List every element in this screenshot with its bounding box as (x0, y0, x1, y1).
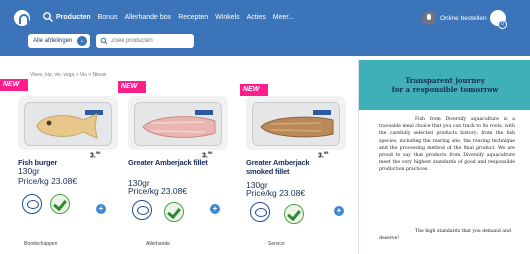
quality-check-icon (164, 202, 184, 222)
nav-item-bonus[interactable]: Bonus (98, 14, 118, 21)
product-price: 3.99 (318, 150, 329, 160)
price-per-kg: Price/kg 23.08€ (246, 188, 306, 198)
product-image-fish-burger[interactable] (18, 96, 118, 150)
new-badge: NEW (240, 84, 268, 96)
search-field-icon (100, 37, 108, 45)
info-overlay-panel: Transparent journey for a responsible to… (358, 60, 530, 254)
chevron-down-icon: ⌄ (77, 36, 87, 46)
footer-link-allerhande[interactable]: Allerhande (146, 241, 170, 247)
microphone-icon[interactable] (422, 11, 436, 25)
ah-logo-icon[interactable] (14, 10, 30, 26)
overlay-title-line-2: for a responsible tomorrow (391, 85, 499, 94)
cart-count-badge: 0 (498, 20, 507, 29)
asc-label-icon (132, 200, 152, 220)
overlay-closing-text: The high standards that you demand and d… (379, 229, 511, 242)
footer-link-service[interactable]: Service (268, 241, 285, 247)
smoked-fillet-shape (260, 116, 334, 138)
product-image-amberjack-smoked[interactable] (246, 96, 346, 150)
new-badge: NEW (0, 79, 28, 91)
price-per-kg: Price/kg 23.08€ (128, 186, 188, 196)
product-title[interactable]: Greater Amberjack smoked fillet (246, 158, 318, 176)
price-per-kg: Price/kg 23.08€ (18, 176, 78, 186)
amberjack-fillet-shape (142, 116, 216, 138)
product-weight: 130gr (18, 166, 40, 176)
fish-burger-shape (36, 113, 98, 139)
quality-check-icon (284, 204, 304, 224)
overlay-title: Transparent journey for a responsible to… (359, 76, 530, 94)
search-icon[interactable] (42, 11, 54, 23)
overlay-paragraph: Fish from Diversify aquaculture is a tra… (379, 117, 515, 173)
nav-item-acties[interactable]: Acties (247, 14, 266, 21)
product-title[interactable]: Greater Amberjack fillet (128, 158, 208, 167)
product-image-amberjack-fillet[interactable] (128, 96, 228, 150)
package-tray (134, 102, 222, 146)
online-order-button[interactable]: Online bestellen (440, 15, 487, 22)
product-card-amberjack-smoked[interactable]: 3.99 Greater Amberjack smoked fillet 130… (246, 96, 346, 232)
new-badge: NEW (118, 81, 146, 93)
add-to-cart-button[interactable]: + (210, 204, 220, 214)
package-tray (24, 102, 112, 146)
footer-link-boodschappen[interactable]: Boodschappen (24, 241, 57, 247)
department-label: Alle afdelingen (33, 38, 73, 44)
product-card-fish-burger[interactable]: 3.99 Fish burger 130gr Price/kg 23.08€ + (18, 96, 118, 232)
product-card-amberjack-fillet[interactable]: 3.99 Greater Amberjack fillet 130gr Pric… (128, 96, 228, 232)
asc-label-icon (250, 202, 270, 222)
product-price: 3.99 (90, 150, 101, 160)
nav-item-allerhande-box[interactable]: Allerhande box (124, 14, 171, 21)
quality-check-icon (50, 194, 70, 214)
breadcrumb[interactable]: Vlees, kip, vis, vega > Vis > Nieuw (30, 72, 106, 78)
overlay-title-line-1: Transparent journey (405, 76, 485, 85)
nav-item-winkels[interactable]: Winkels (215, 14, 240, 21)
package-tray (252, 102, 340, 146)
add-to-cart-button[interactable]: + (96, 204, 106, 214)
department-dropdown[interactable]: Alle afdelingen ⌄ (28, 34, 90, 48)
asc-label-icon (22, 194, 42, 214)
product-search-input[interactable] (96, 34, 194, 48)
nav-item-recepten[interactable]: Recepten (178, 14, 208, 21)
add-to-cart-button[interactable]: + (334, 206, 344, 216)
main-menu: Producten Bonus Allerhande box Recepten … (56, 14, 294, 21)
nav-item-meer[interactable]: Meer... (273, 14, 294, 21)
nav-item-producten[interactable]: Producten (56, 14, 91, 21)
